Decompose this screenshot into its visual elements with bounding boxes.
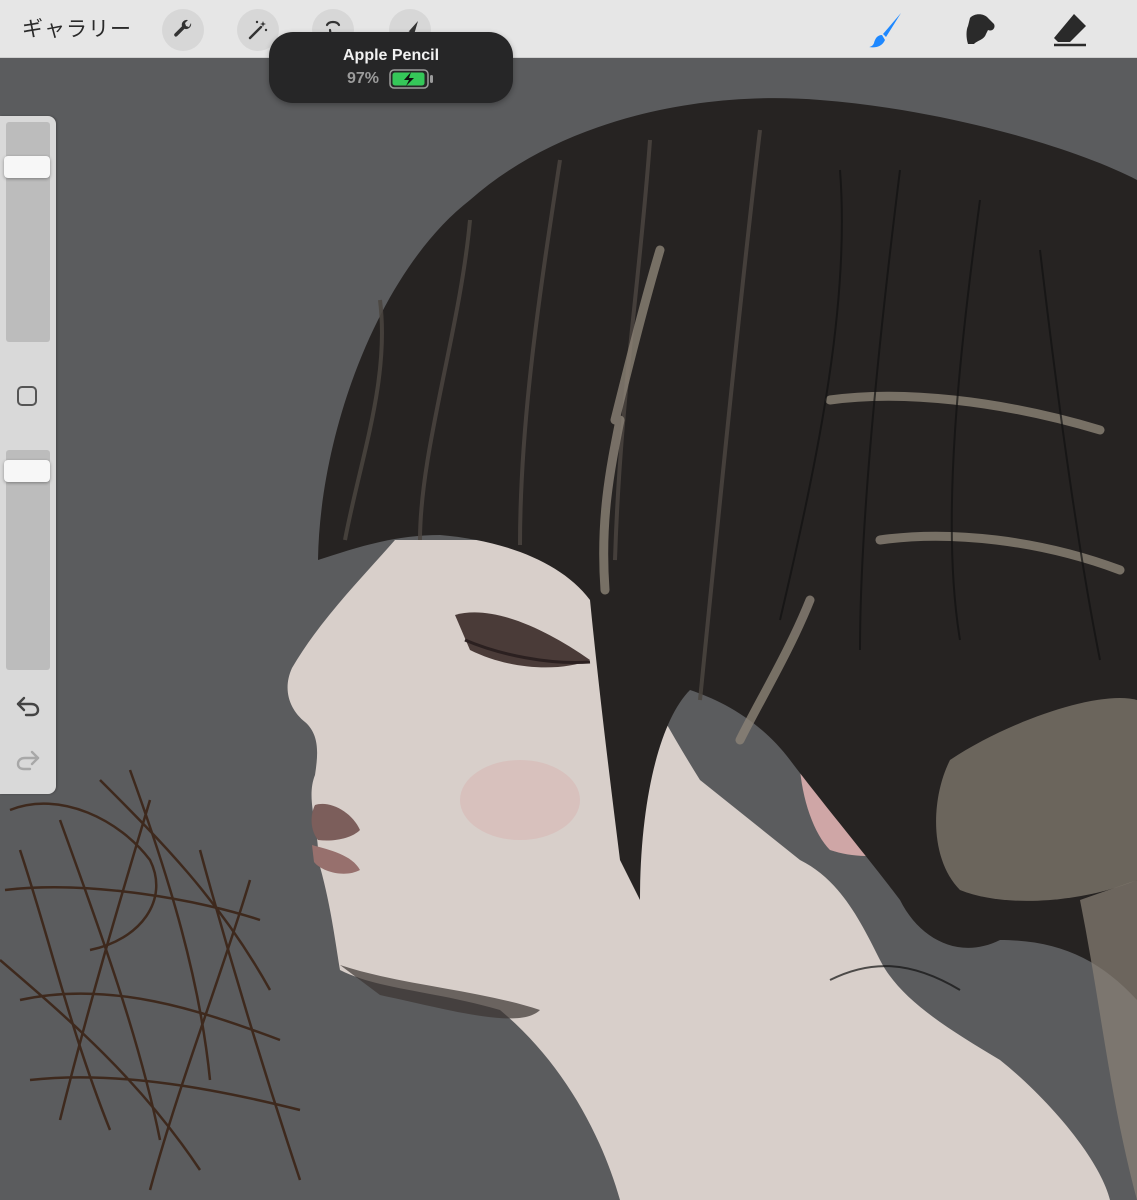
brush-opacity-slider[interactable] [4,450,50,670]
battery-charging-icon [389,68,434,89]
battery-percent-label: 97% [346,69,380,87]
eraser-tool-button[interactable] [1050,10,1090,50]
actions-button[interactable] [162,9,204,51]
brush-size-slider[interactable] [4,122,50,342]
brush-size-thumb[interactable] [4,156,50,178]
battery-row: 97% [346,68,435,89]
square-modify-icon[interactable] [17,386,37,406]
gallery-button[interactable]: ギャラリー [22,13,132,43]
smudge-icon [966,14,995,44]
wrench-icon [174,19,192,37]
brush-opacity-thumb[interactable] [4,460,50,482]
eraser-icon [1054,14,1086,47]
undo-icon[interactable] [14,694,42,718]
top-toolbar: ギャラリー [0,0,1137,58]
redo-icon[interactable] [14,748,42,772]
brush-tool-button[interactable] [866,10,906,50]
pencil-name-label: Apple Pencil [342,46,440,64]
apple-pencil-battery-popup: Apple Pencil 97% [269,32,513,103]
drawing-canvas[interactable] [0,58,1137,1200]
magic-wand-icon [248,20,268,40]
smudge-tool-button[interactable] [960,10,1000,50]
brush-icon [869,13,901,48]
brush-controls-sidebar [0,116,56,794]
artwork-illustration [0,98,1137,1200]
